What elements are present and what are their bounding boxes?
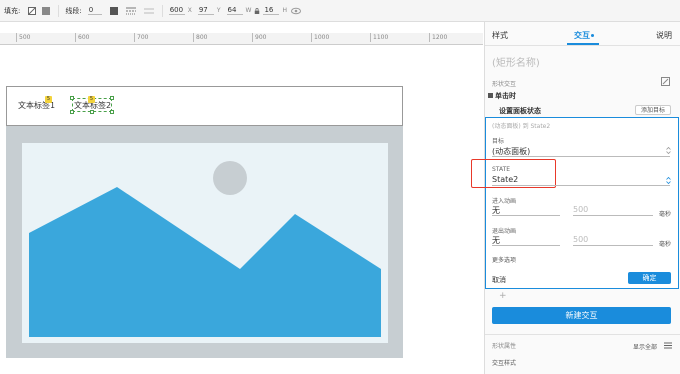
show-all-link[interactable]: 显示全部: [633, 342, 657, 351]
interaction-style-label: 交互样式: [492, 360, 517, 367]
selection-handle[interactable]: [70, 96, 74, 100]
add-action-plus[interactable]: +: [499, 291, 507, 301]
lock-icon[interactable]: [254, 7, 260, 15]
ruler-tick: 700: [134, 33, 148, 42]
action-set-panel-state[interactable]: 设置面板状态: [499, 106, 541, 116]
arrow-style-icon[interactable]: [143, 7, 154, 15]
edit-interaction-icon[interactable]: [661, 77, 670, 86]
selection-handle[interactable]: [110, 110, 114, 114]
ok-button[interactable]: 确定: [628, 272, 671, 284]
width-field[interactable]: 64: [226, 6, 243, 15]
state-label: STATE: [492, 166, 511, 173]
cancel-button[interactable]: 取消: [492, 275, 506, 285]
design-canvas[interactable]: 文本标签1 5 文本标签2 5: [0, 46, 483, 374]
horizontal-ruler: 500 600 700 800 900 1000 1100 1200: [0, 33, 483, 45]
toolbar-divider: [58, 4, 60, 17]
anim-out-label: 退出动画: [492, 228, 517, 235]
height-field[interactable]: 16: [263, 6, 280, 15]
ruler-tick: 500: [16, 33, 30, 42]
stroke-style-icon[interactable]: [125, 7, 136, 15]
more-options-link[interactable]: 更多选项: [492, 255, 516, 264]
active-dot: [591, 34, 594, 37]
fill-label: 填充:: [4, 6, 21, 15]
ruler-tick: 600: [75, 33, 89, 42]
anim-out-unit: 毫秒: [659, 241, 672, 248]
action-summary: (动态面板) 到 State2: [492, 123, 551, 130]
stroke-width-field[interactable]: 0: [87, 6, 102, 15]
ruler-tick: 1200: [429, 33, 447, 42]
shape-properties-label: 形状属性: [492, 343, 517, 350]
toolbar-divider: [161, 4, 163, 17]
image-placeholder-icon: [22, 143, 388, 343]
tab-style[interactable]: 样式: [492, 30, 508, 41]
top-toolbar: 填充: 线段: 0 600 X 97 Y 64 W 16 H: [0, 0, 680, 22]
x-position-field[interactable]: 600: [168, 6, 185, 15]
shape-name-input[interactable]: (矩形名称): [492, 54, 540, 69]
x-label: X: [187, 7, 192, 14]
state-select[interactable]: State2: [492, 175, 670, 186]
selection-handle[interactable]: [90, 110, 94, 114]
chevron-updown-icon: [666, 146, 671, 155]
ruler-tick: 900: [252, 33, 266, 42]
interaction-badge: 5: [45, 96, 52, 103]
h-label: H: [282, 7, 287, 14]
event-marker: [488, 93, 493, 98]
add-target-button[interactable]: 添加目标: [635, 105, 671, 115]
anim-in-duration[interactable]: 500: [573, 205, 653, 216]
event-on-click[interactable]: 单击时: [495, 91, 516, 101]
visibility-eye-icon[interactable]: [290, 7, 301, 15]
anim-out-select[interactable]: 无: [492, 235, 560, 246]
anim-in-select[interactable]: 无: [492, 205, 560, 216]
selection-handle[interactable]: [110, 96, 114, 100]
stroke-color-icon[interactable]: [109, 6, 118, 15]
shape-interaction-title: 形状交互: [492, 81, 517, 88]
w-label: W: [245, 7, 252, 14]
ruler-tick: 800: [193, 33, 207, 42]
chevron-updown-icon: [666, 176, 671, 185]
y-position-field[interactable]: 97: [197, 6, 214, 15]
new-interaction-button[interactable]: 新建交互: [492, 307, 671, 324]
tab-bar-widget[interactable]: [6, 86, 403, 126]
tab-divider: [485, 45, 680, 46]
target-select[interactable]: (动态面板): [492, 146, 670, 157]
ruler-tick: 1100: [370, 33, 388, 42]
ruler-tick: 1000: [311, 33, 329, 42]
interaction-badge: 5: [88, 96, 95, 103]
inspector-panel: 样式 交互 说明 (矩形名称) 形状交互 单击时 设置面板状态 添加目标 (动态…: [471, 22, 680, 374]
y-label: Y: [216, 7, 221, 14]
anim-out-duration[interactable]: 500: [573, 235, 653, 246]
anim-in-label: 进入动画: [492, 198, 517, 205]
tab-interaction[interactable]: 交互: [574, 30, 590, 41]
section-divider: [485, 334, 680, 335]
anim-in-unit: 毫秒: [659, 211, 672, 218]
tab-notes[interactable]: 说明: [656, 30, 672, 41]
fill-color-icon[interactable]: [42, 6, 51, 15]
target-label: 目标: [492, 138, 505, 145]
selection-handle[interactable]: [70, 110, 74, 114]
stroke-label: 线段:: [65, 6, 82, 15]
menu-icon[interactable]: [664, 342, 672, 349]
fill-none-icon[interactable]: [28, 6, 37, 15]
